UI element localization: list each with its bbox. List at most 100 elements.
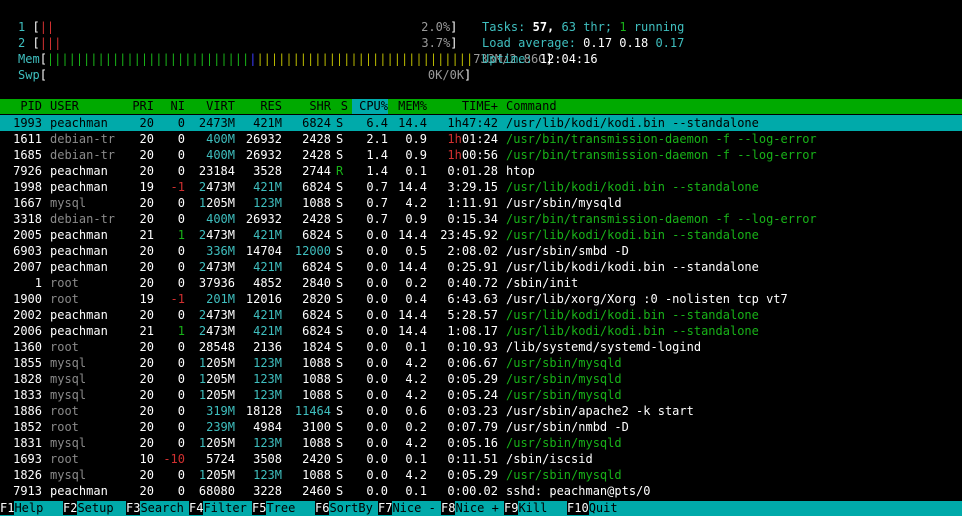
process-cpu: 0.0 bbox=[366, 260, 388, 274]
column-header-pri[interactable]: PRI bbox=[128, 99, 154, 114]
process-cmd: /usr/sbin/mysqld bbox=[506, 468, 622, 482]
process-row[interactable]: 1611 debian-tr 20 0 400M 26932 2428 S 2.1 0.9 1h01… bbox=[0, 131, 962, 147]
process-row[interactable]: 7913 peachman 20 0 68080 3228 2460 S 0.0 0.1 0:00.… bbox=[0, 483, 962, 499]
footer-key-nice[interactable]: F8Nice + bbox=[441, 501, 505, 516]
process-s: S bbox=[336, 116, 344, 130]
column-header-time[interactable]: TIME+ bbox=[434, 99, 498, 114]
process-mem: 0.1 bbox=[405, 484, 427, 498]
process-cpu: 0.0 bbox=[366, 372, 388, 386]
process-cpu: 0.0 bbox=[366, 276, 388, 290]
process-row[interactable]: 7926 peachman 20 0 23184 3528 2744 R 1.4 0.1 0:01.… bbox=[0, 163, 962, 179]
process-pid: 2002 bbox=[13, 308, 42, 322]
process-row[interactable]: 1855 mysql 20 0 1205M 123M 1088 S 0.0 4.2 0:06.67 /… bbox=[0, 355, 962, 371]
column-header-res[interactable]: RES bbox=[240, 99, 282, 114]
process-user: mysql bbox=[50, 372, 87, 386]
column-header-ni[interactable]: NI bbox=[158, 99, 185, 114]
process-s: S bbox=[336, 404, 344, 418]
process-row[interactable]: 1833 mysql 20 0 1205M 123M 1088 S 0.0 4.2 0:05.24 /… bbox=[0, 387, 962, 403]
process-res: 12016 bbox=[245, 292, 282, 306]
process-row[interactable]: 2006 peachman 21 1 2473M 421M 6824 S 0.0 14.4 1:08… bbox=[0, 323, 962, 339]
process-mem: 4.2 bbox=[405, 388, 427, 402]
process-row[interactable]: 2002 peachman 20 0 2473M 421M 6824 S 0.0 14.4 5:28… bbox=[0, 307, 962, 323]
process-res: 3508 bbox=[253, 452, 282, 466]
process-pid: 2007 bbox=[13, 260, 42, 274]
process-shr: 6824 bbox=[302, 180, 331, 194]
process-user: peachman bbox=[50, 308, 108, 322]
process-row[interactable]: 1 root 20 0 37936 4852 2840 S 0.0 0.2 0:40.72/sbin… bbox=[0, 275, 962, 291]
process-user: peachman bbox=[50, 228, 108, 242]
process-row[interactable]: 3318 debian-tr 20 0 400M 26932 2428 S 0.7 0.9 0:15… bbox=[0, 211, 962, 227]
footer-key-kill[interactable]: F9Kill bbox=[504, 501, 568, 516]
column-header-shr[interactable]: SHR bbox=[286, 99, 331, 114]
process-pid: 1685 bbox=[13, 148, 42, 162]
process-shr: 6824 bbox=[302, 260, 331, 274]
column-header-user[interactable]: USER bbox=[50, 99, 126, 114]
process-row[interactable]: 1852 root 20 0 239M 4984 3100 S 0.0 0.2 0:07.79/us… bbox=[0, 419, 962, 435]
column-header-cpu[interactable]: CPU% bbox=[352, 99, 388, 114]
process-row[interactable]: 1360 root 20 0 28548 2136 1824 S 0.0 0.1 0:10.93/l… bbox=[0, 339, 962, 355]
process-pri: 20 bbox=[139, 372, 154, 386]
process-user: debian-tr bbox=[50, 148, 116, 162]
process-row[interactable]: 2007 peachman 20 0 2473M 421M 6824 S 0.0 14.4 0:25… bbox=[0, 259, 962, 275]
process-time: 0:10.93 bbox=[447, 340, 498, 354]
column-header-s[interactable]: S bbox=[336, 99, 348, 114]
process-row[interactable]: 2005 peachman 21 1 2473M 421M 6824 S 0.0 14.4 23:4… bbox=[0, 227, 962, 243]
process-user: mysql bbox=[50, 196, 87, 210]
process-row[interactable]: 1693 root 10 -10 5724 3508 2420 S 0.0 0.1 0:11.51 /… bbox=[0, 451, 962, 467]
process-row[interactable]: 1998 peachman 19 -1 2473M 421M 6824 S 0.7 14.4 3:2… bbox=[0, 179, 962, 195]
column-header-mem[interactable]: MEM% bbox=[391, 99, 427, 114]
process-cpu: 6.4 bbox=[366, 116, 388, 130]
footer-key-tree[interactable]: F5Tree bbox=[252, 501, 316, 516]
process-s: S bbox=[336, 388, 344, 402]
process-cmd: /usr/sbin/mysqld bbox=[506, 436, 622, 450]
process-row[interactable]: 1826 mysql 20 0 1205M 123M 1088 S 0.0 4.2 0:05.29 /… bbox=[0, 467, 962, 483]
process-virt: 23184 bbox=[198, 164, 235, 178]
process-row[interactable]: 1993 peachman 20 0 2473M 421M 6824 S 6.4 14.4 1h47… bbox=[0, 115, 962, 131]
process-time: 0:03.23 bbox=[447, 404, 498, 418]
process-row[interactable]: 1667 mysql 20 0 1205M 123M 1088 S 0.7 4.2 1:11.91 /… bbox=[0, 195, 962, 211]
column-header[interactable]: PID USER PRI NI VIRT RES SHR S CPU% MEM% TIME+ Comm… bbox=[0, 99, 962, 114]
process-cpu: 0.0 bbox=[366, 452, 388, 466]
process-row[interactable]: 6903 peachman 20 0 336M 14704 12000 S 0.0 0.5 2:08… bbox=[0, 243, 962, 259]
process-time: 3:29.15 bbox=[447, 180, 498, 194]
process-time: 6:43.63 bbox=[447, 292, 498, 306]
process-s: S bbox=[336, 132, 344, 146]
process-row[interactable]: 1685 debian-tr 20 0 400M 26932 2428 S 1.4 0.9 1h00… bbox=[0, 147, 962, 163]
process-mem: 0.9 bbox=[405, 212, 427, 226]
process-time: 1h01:24 bbox=[447, 132, 498, 146]
cpu-value-1: 2.0% bbox=[421, 20, 451, 34]
process-row[interactable]: 1831 mysql 20 0 1205M 123M 1088 S 0.0 4.2 0:05.16 /… bbox=[0, 435, 962, 451]
footer-key-help[interactable]: F1Help bbox=[0, 501, 64, 516]
process-shr: 3100 bbox=[302, 420, 331, 434]
process-ni: 0 bbox=[177, 388, 185, 402]
footer-key-nice[interactable]: F7Nice - bbox=[378, 501, 442, 516]
footer-action-label: Filter bbox=[203, 501, 253, 516]
swp-value: 0K/0K bbox=[427, 68, 465, 82]
column-header-pid[interactable]: PID bbox=[4, 99, 42, 114]
process-cmd: /usr/sbin/mysqld bbox=[506, 196, 622, 210]
process-res: 123M bbox=[253, 196, 282, 210]
process-ni: 0 bbox=[177, 308, 185, 322]
process-time: 5:28.57 bbox=[447, 308, 498, 322]
process-row[interactable]: 1886 root 20 0 319M 18128 11464 S 0.0 0.6 0:03.23 /… bbox=[0, 403, 962, 419]
process-res: 123M bbox=[253, 356, 282, 370]
uptime-line: Uptime: 12:04:16 bbox=[482, 52, 598, 66]
column-header-cmd[interactable]: Command bbox=[506, 99, 956, 114]
footer-key-filter[interactable]: F4Filter bbox=[189, 501, 253, 516]
process-user: debian-tr bbox=[50, 212, 116, 226]
process-virt: 1205M bbox=[198, 372, 235, 386]
process-pri: 20 bbox=[139, 132, 154, 146]
footer-key-search[interactable]: F3Search bbox=[126, 501, 190, 516]
footer-key-sortby[interactable]: F6SortBy bbox=[315, 501, 379, 516]
process-cmd: /usr/sbin/smbd -D bbox=[506, 244, 629, 258]
process-mem: 14.4 bbox=[398, 228, 427, 242]
process-row[interactable]: 1828 mysql 20 0 1205M 123M 1088 S 0.0 4.2 0:05.29 /… bbox=[0, 371, 962, 387]
column-header-virt[interactable]: VIRT bbox=[188, 99, 235, 114]
process-ni: 0 bbox=[177, 276, 185, 290]
footer-action-label: Nice - bbox=[392, 501, 442, 516]
process-res: 26932 bbox=[245, 132, 282, 146]
process-row[interactable]: 1900 root 19 -1 201M 12016 2820 S 0.0 0.4 6:43.63 /… bbox=[0, 291, 962, 307]
footer-key-setup[interactable]: F2Setup bbox=[63, 501, 127, 516]
footer-key-quit[interactable]: F10Quit bbox=[567, 501, 649, 516]
process-time: 0:00.02 bbox=[447, 484, 498, 498]
